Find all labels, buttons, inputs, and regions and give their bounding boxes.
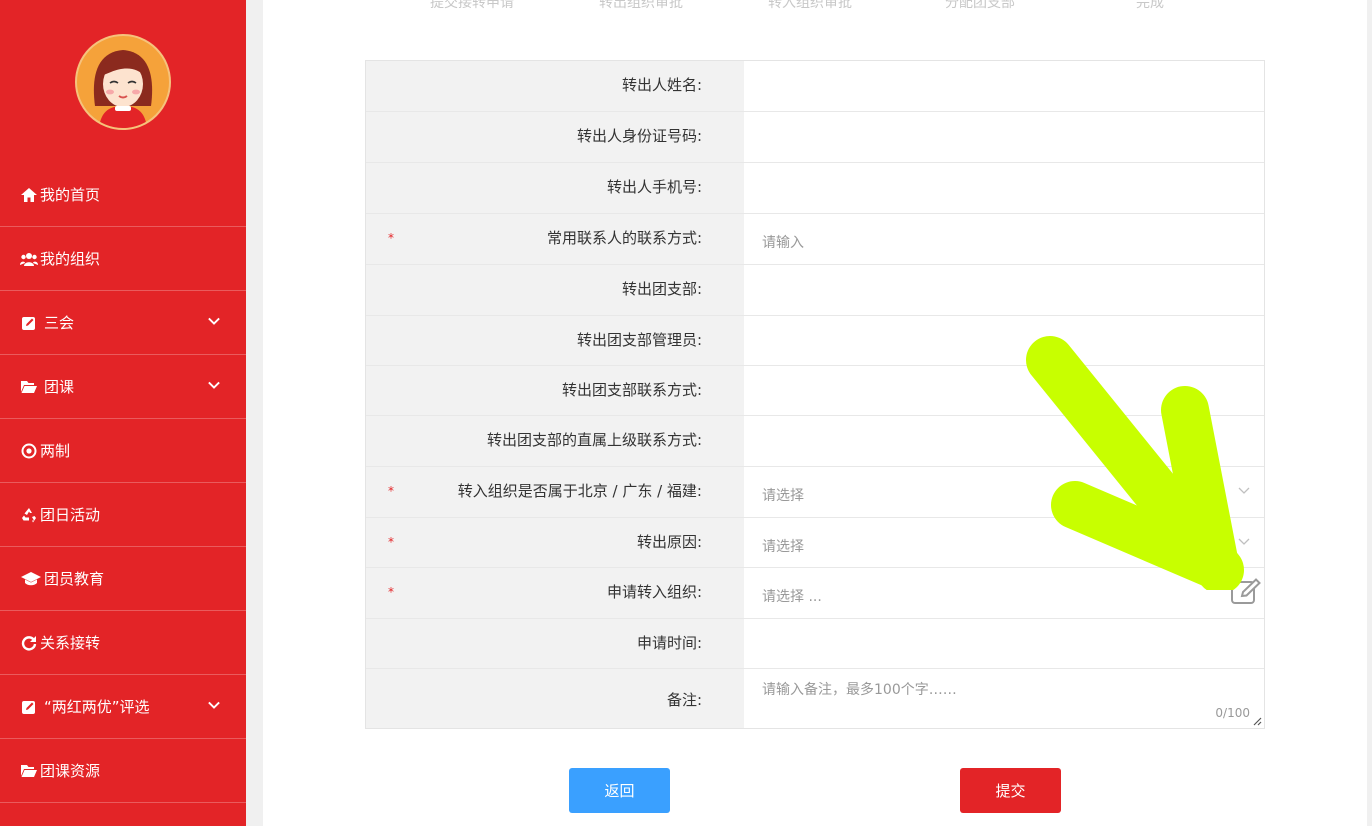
- sidebar-item-label: 两制: [40, 442, 71, 460]
- transfer-form: 转出人姓名: 转出人身份证号码: 转出人手机号: * 常用联系人的联系方式: 请…: [365, 60, 1265, 729]
- remark-textarea[interactable]: 请输入备注，最多100个字…… 0/100: [744, 669, 1264, 728]
- form-row-branch: 转出团支部:: [366, 265, 1264, 316]
- form-row-branch-admin: 转出团支部管理员:: [366, 316, 1264, 366]
- form-row-branch-contact: 转出团支部联系方式:: [366, 366, 1264, 416]
- chevron-down-icon: [1238, 487, 1250, 494]
- step-label: 转出组织审批: [599, 0, 683, 11]
- field-label: 常用联系人的联系方式:: [546, 229, 702, 247]
- folder-open-icon: [20, 762, 38, 780]
- sidebar-item-label: 我的组织: [40, 250, 101, 268]
- step-label: 转入组织审批: [768, 0, 852, 11]
- required-mark: *: [388, 484, 394, 498]
- sidebar-item-label: 关系接转: [40, 634, 101, 652]
- recycle-icon: [20, 506, 38, 524]
- step-label: 提交接转申请: [430, 0, 514, 11]
- target-icon: [20, 442, 38, 460]
- sidebar-item-liangzhi[interactable]: 两制: [0, 419, 246, 483]
- sidebar-item-label: 团课: [44, 378, 75, 396]
- branch-admin-value: [744, 316, 1264, 365]
- placeholder-text: 请选择: [762, 539, 804, 555]
- form-row-superior-contact: 转出团支部的直属上级联系方式:: [366, 416, 1264, 467]
- branch-value: [744, 265, 1264, 315]
- main-panel: 提交接转申请 转出组织审批 转入组织审批 分配团支部 完成 转出人姓名: 转出人…: [263, 0, 1367, 826]
- placeholder-text: 请输入备注，最多100个字……: [762, 682, 957, 698]
- required-mark: *: [388, 585, 394, 599]
- user-avatar[interactable]: [75, 34, 171, 130]
- form-row-target-org: * 申请转入组织: 请选择 ...: [366, 568, 1264, 619]
- resize-handle-icon[interactable]: [1252, 716, 1262, 726]
- step-label: 分配团支部: [945, 0, 1015, 11]
- contact-input[interactable]: 请输入: [744, 214, 1264, 264]
- sidebar-item-label: 团日活动: [40, 506, 101, 524]
- form-row-reason: * 转出原因: 请选择: [366, 518, 1264, 568]
- placeholder-text: 请输入: [762, 235, 804, 251]
- field-label: 转出团支部联系方式:: [561, 381, 702, 399]
- field-label: 转出人身份证号码:: [576, 127, 702, 145]
- chevron-down-icon: [208, 317, 220, 325]
- users-icon: [20, 250, 38, 268]
- field-label: 申请时间:: [636, 634, 702, 652]
- field-label: 转入组织是否属于北京 / 广东 / 福建:: [457, 482, 702, 500]
- char-counter: 0/100: [1215, 706, 1250, 720]
- edit-icon: [20, 314, 38, 332]
- edit-icon: [20, 698, 38, 716]
- required-mark: *: [388, 535, 394, 549]
- sidebar-item-label: 我的首页: [40, 186, 101, 204]
- submit-button[interactable]: 提交: [960, 768, 1061, 813]
- sidebar-item-activities[interactable]: 团日活动: [0, 483, 246, 547]
- field-label: 转出人姓名:: [621, 76, 702, 94]
- sidebar-item-sanhui[interactable]: 三会: [0, 291, 246, 355]
- field-label: 转出原因:: [636, 533, 702, 551]
- required-mark: *: [388, 231, 394, 245]
- field-label: 转出团支部:: [621, 280, 702, 298]
- field-label: 转出团支部的直属上级联系方式:: [486, 431, 702, 449]
- branch-contact-value: [744, 366, 1264, 415]
- chevron-down-icon: [208, 701, 220, 709]
- refresh-icon: [20, 634, 38, 652]
- region-select[interactable]: 请选择: [744, 467, 1264, 517]
- form-row-name: 转出人姓名:: [366, 61, 1264, 112]
- home-icon: [20, 186, 38, 204]
- field-label: 转出人手机号:: [606, 178, 702, 196]
- sidebar: 我的首页 我的组织 三会 团课 两制 团日活动 团员教育 关系接转 “两红两优”…: [0, 0, 246, 826]
- placeholder-text: 请选择: [762, 488, 804, 504]
- graduation-cap-icon: [20, 570, 42, 588]
- sidebar-item-label: “两红两优”评选: [44, 698, 150, 716]
- sidebar-item-label: 三会: [44, 314, 75, 332]
- field-label: 备注:: [666, 691, 702, 709]
- form-row-remark: 备注: 请输入备注，最多100个字…… 0/100: [366, 669, 1264, 728]
- field-label: 转出团支部管理员:: [576, 331, 702, 349]
- sidebar-menu: 我的首页 我的组织 三会 团课 两制 团日活动 团员教育 关系接转 “两红两优”…: [0, 163, 246, 803]
- form-row-apply-time: 申请时间:: [366, 619, 1264, 669]
- sidebar-item-label: 团员教育: [44, 570, 105, 588]
- chevron-down-icon: [1238, 538, 1250, 545]
- back-button[interactable]: 返回: [569, 768, 670, 813]
- target-org-picker[interactable]: 请选择 ...: [744, 568, 1264, 618]
- form-row-contact: * 常用联系人的联系方式: 请输入: [366, 214, 1264, 265]
- edit-icon[interactable]: [1230, 578, 1262, 606]
- sidebar-item-tuanke[interactable]: 团课: [0, 355, 246, 419]
- placeholder-text: 请选择 ...: [762, 589, 822, 605]
- folder-open-icon: [20, 378, 38, 396]
- sidebar-item-selection[interactable]: “两红两优”评选: [0, 675, 246, 739]
- id-number-value: [744, 112, 1264, 162]
- sidebar-item-label: 团课资源: [40, 762, 101, 780]
- chevron-down-icon: [208, 381, 220, 389]
- form-row-id-number: 转出人身份证号码:: [366, 112, 1264, 163]
- sidebar-item-transfer[interactable]: 关系接转: [0, 611, 246, 675]
- progress-steps: 提交接转申请 转出组织审批 转入组织审批 分配团支部 完成: [263, 0, 1367, 12]
- sidebar-item-education[interactable]: 团员教育: [0, 547, 246, 611]
- superior-contact-value: [744, 416, 1264, 466]
- form-row-region: * 转入组织是否属于北京 / 广东 / 福建: 请选择: [366, 467, 1264, 518]
- field-label: 申请转入组织:: [606, 583, 702, 601]
- apply-time-value: [744, 619, 1264, 668]
- sidebar-item-home[interactable]: 我的首页: [0, 163, 246, 227]
- sidebar-item-organization[interactable]: 我的组织: [0, 227, 246, 291]
- phone-value: [744, 163, 1264, 213]
- step-label: 完成: [1136, 0, 1164, 11]
- name-value: [744, 61, 1264, 111]
- sidebar-item-resources[interactable]: 团课资源: [0, 739, 246, 803]
- reason-select[interactable]: 请选择: [744, 518, 1264, 567]
- form-row-phone: 转出人手机号:: [366, 163, 1264, 214]
